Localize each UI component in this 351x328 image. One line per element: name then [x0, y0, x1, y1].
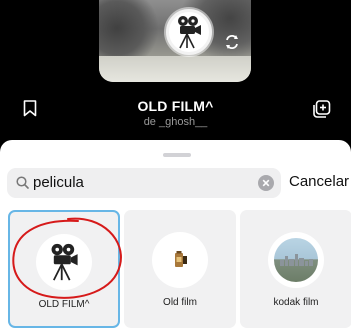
filter-thumbnail: [268, 232, 324, 288]
filter-result-label: Old film: [163, 297, 197, 308]
city-photo-thumbnail: [274, 238, 318, 282]
cancel-button[interactable]: Cancelar: [289, 173, 349, 190]
sheet-grabber[interactable]: [163, 153, 191, 157]
filter-thumbnail: [36, 234, 92, 290]
save-to-device-icon[interactable]: [313, 100, 331, 118]
filter-author[interactable]: de _ghosh__: [0, 116, 351, 128]
filter-result-label: OLD FILM^: [38, 299, 90, 310]
filter-title: OLD FILM^: [137, 98, 214, 114]
film-roll-icon: [175, 251, 187, 267]
filter-result-card[interactable]: OLD FILM^: [8, 210, 120, 328]
search-input[interactable]: pelicula: [7, 168, 281, 198]
filter-result-card[interactable]: Old film: [124, 210, 236, 328]
filter-result-label: kodak film: [273, 297, 319, 308]
filter-search-sheet: pelicula Cancelar OLD FILM^ Old film kod…: [0, 140, 351, 328]
search-query-text: pelicula: [33, 174, 84, 191]
clear-search-icon[interactable]: [258, 175, 274, 191]
film-camera-icon: [178, 16, 201, 49]
film-camera-icon: [51, 243, 78, 281]
capture-filter-button[interactable]: [166, 9, 212, 55]
preview-ground: [99, 56, 251, 82]
search-icon: [16, 176, 29, 189]
switch-camera-icon[interactable]: [224, 34, 240, 50]
filter-result-card[interactable]: kodak film: [240, 210, 351, 328]
filter-thumbnail: [152, 232, 208, 288]
